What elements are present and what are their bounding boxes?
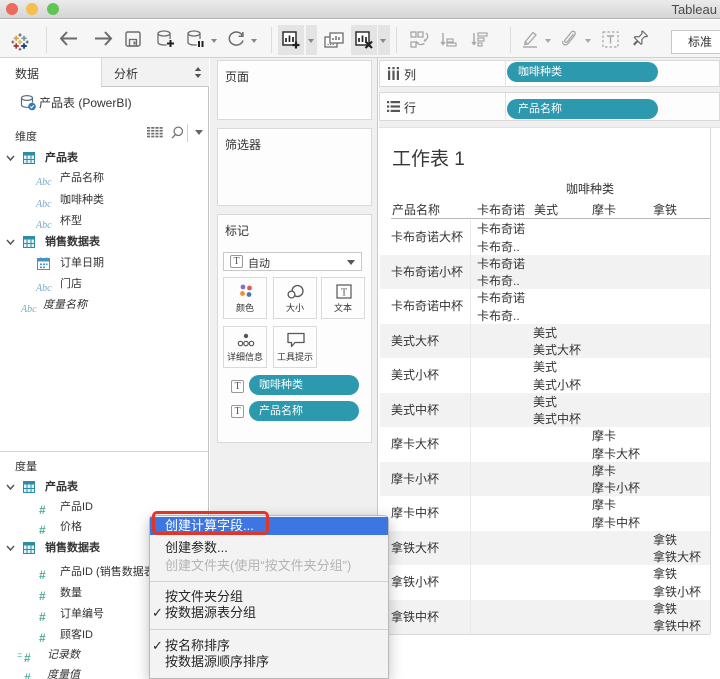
svg-text:T: T: [341, 288, 347, 299]
